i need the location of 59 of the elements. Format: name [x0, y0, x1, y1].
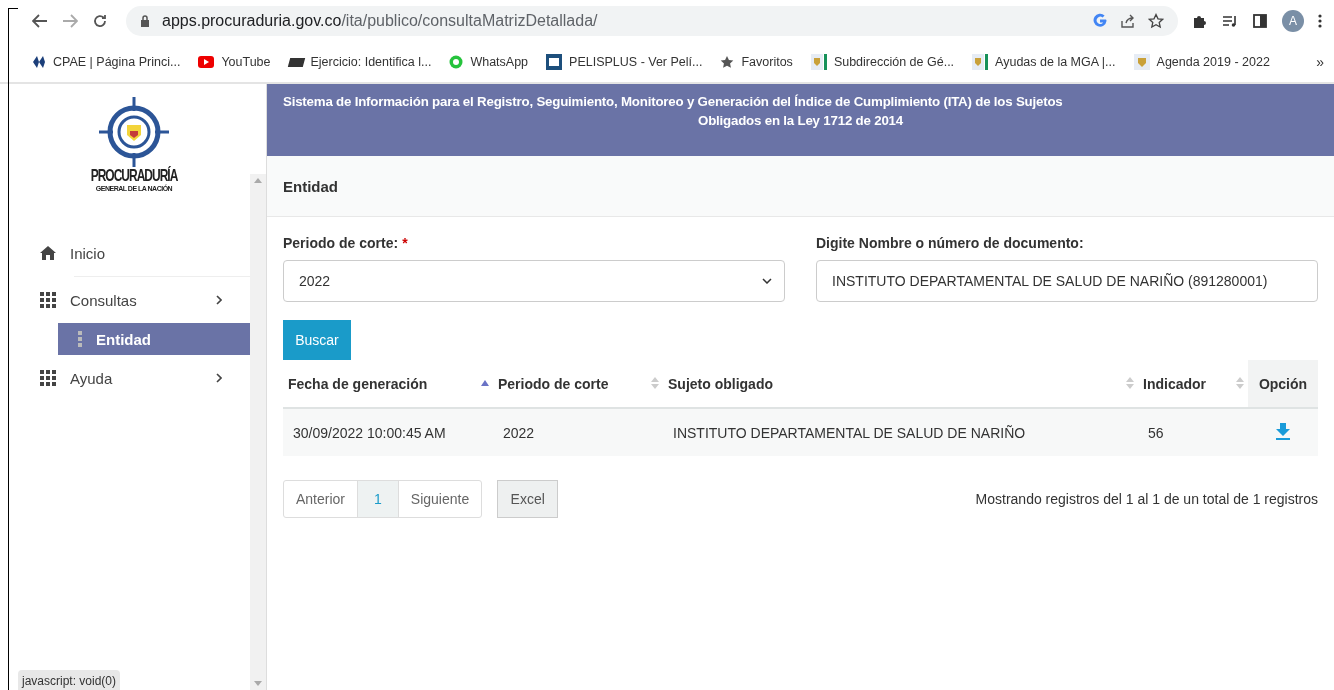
field-label: Periodo de corte:	[283, 235, 399, 251]
home-icon	[40, 245, 56, 261]
column-header[interactable]: Opción	[1248, 360, 1318, 408]
more-bookmarks-button[interactable]: »	[1316, 54, 1324, 70]
records-summary: Mostrando registros del 1 al 1 de un total de 1 registros	[975, 491, 1318, 507]
header-title: Sistema de Información para el Registro, Seguimiento, Monitoreo y Generación del Índice de Cumplimiento (ITA) de los Sujetos	[283, 94, 1063, 109]
vertical-dots-icon	[78, 331, 82, 347]
bookmark[interactable]: WhatsApp	[449, 55, 529, 69]
bookmark[interactable]: Ejercicio: Identifica l...	[288, 55, 432, 69]
playlist-icon[interactable]	[1222, 13, 1238, 29]
pagination-button[interactable]: Siguiente	[397, 481, 482, 517]
logo-icon	[287, 57, 305, 67]
excel-button[interactable]: Excel	[497, 480, 559, 518]
bookmark[interactable]: YouTube	[198, 55, 271, 69]
star-icon	[720, 55, 735, 69]
logo-text: PROCURADURÍA	[90, 164, 178, 185]
bookmark[interactable]: Ayudas de la MGA |...	[972, 54, 1116, 70]
google-icon[interactable]	[1092, 13, 1108, 29]
nav-item[interactable]: Inicio	[18, 230, 250, 276]
dropdown-caret-icon	[762, 278, 772, 284]
table-cell: 56	[1138, 408, 1248, 456]
play-icon	[198, 56, 215, 68]
search-field[interactable]: INSTITUTO DEPARTAMENTAL DE SALUD DE NARIÑO (891280001)	[816, 260, 1318, 302]
grid-icon	[40, 370, 56, 386]
star-icon[interactable]	[1148, 13, 1164, 29]
header-title: Obligados en la Ley 1712 de 2014	[698, 113, 903, 128]
shield-icon	[810, 54, 827, 70]
shield-icon	[1133, 54, 1150, 70]
grid-icon	[40, 292, 56, 308]
bookmark[interactable]: Subdirección de Gé...	[810, 54, 955, 70]
status-tooltip: javascript: void(0)	[18, 670, 121, 690]
film-icon	[546, 54, 563, 70]
bookmark[interactable]: PELISPLUS - Ver Pelí...	[546, 54, 703, 70]
lock-icon	[140, 15, 150, 27]
period-select[interactable]: 2022	[283, 260, 785, 302]
table-cell: 2022	[493, 408, 663, 456]
field-label: Digite Nombre o número de documento:	[816, 235, 1085, 251]
reload-icon[interactable]	[92, 13, 108, 29]
puzzle-icon[interactable]	[1192, 13, 1208, 29]
shield-icon	[972, 54, 989, 70]
bookmark[interactable]: Agenda 2019 - 2022	[1133, 54, 1270, 70]
required-mark: *	[402, 235, 408, 251]
table-cell: INSTITUTO DEPARTAMENTAL DE SALUD DE NARIÑO	[663, 408, 1138, 456]
chevron-logo-icon	[32, 55, 46, 69]
back-icon[interactable]	[32, 14, 48, 28]
section-title: Entidad	[283, 177, 338, 195]
download-icon[interactable]	[1275, 422, 1291, 440]
address-bar[interactable]: apps.procuraduria.gov.co/ita/publico/consultaMatrizDetallada/	[126, 6, 1178, 36]
share-icon[interactable]	[1120, 13, 1136, 29]
emblem-drawing	[99, 96, 169, 167]
bookmark[interactable]: Favoritos	[720, 55, 793, 69]
nav-item[interactable]: Ayuda	[18, 355, 250, 401]
chat-bubble-icon	[449, 55, 464, 69]
menu-icon[interactable]	[1318, 13, 1322, 29]
pagination-button[interactable]: Anterior	[284, 481, 358, 517]
nav-subitem[interactable]: Entidad	[58, 323, 250, 355]
side-panel-icon[interactable]	[1252, 13, 1268, 29]
table-cell: 30/09/2022 10:00:45 AM	[283, 408, 493, 456]
bookmark[interactable]: CPAE | Página Princi...	[32, 55, 181, 69]
